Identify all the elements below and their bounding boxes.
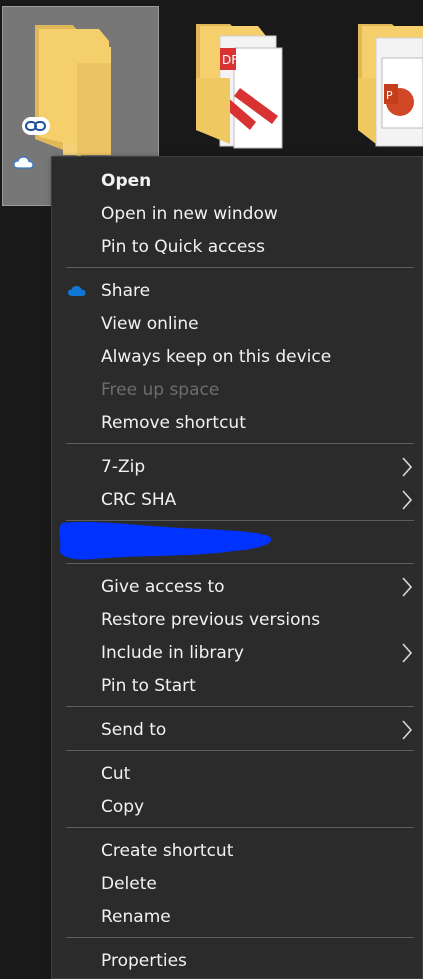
menu-item-restore-versions[interactable]: Restore previous versions (52, 603, 422, 636)
chevron-right-icon (402, 642, 413, 663)
svg-text:DF: DF (222, 53, 238, 67)
powerpoint-folder-icon: P (358, 24, 423, 147)
menu-item-free-up-space: Free up space (52, 373, 422, 406)
menu-item-label: Properties (101, 950, 187, 971)
menu-item-label: Pin to Start (101, 675, 196, 696)
menu-item-give-access[interactable]: Give access to (52, 570, 422, 603)
chevron-right-icon (402, 719, 413, 740)
menu-item-pin-quick-access[interactable]: Pin to Quick access (52, 230, 422, 263)
separator (66, 563, 414, 564)
menu-item-label: Always keep on this device (101, 346, 332, 367)
chevron-right-icon (402, 489, 413, 510)
context-menu: Open Open in new window Pin to Quick acc… (51, 156, 423, 979)
menu-item-share[interactable]: Share (52, 274, 422, 307)
separator (66, 267, 414, 268)
separator (66, 750, 414, 751)
menu-item-crc-sha[interactable]: CRC SHA (52, 483, 422, 516)
menu-item-open-new-window[interactable]: Open in new window (52, 197, 422, 230)
menu-item-create-shortcut[interactable]: Create shortcut (52, 834, 422, 867)
menu-item-label: Share (101, 280, 151, 301)
menu-item-open[interactable]: Open (52, 164, 422, 197)
menu-item-rename[interactable]: Rename (52, 900, 422, 933)
link-icon (22, 117, 50, 135)
separator (66, 937, 414, 938)
menu-item-label: Open in new window (101, 203, 278, 224)
chevron-right-icon (402, 456, 413, 477)
svg-text:P: P (386, 89, 393, 102)
menu-item-label: Free up space (101, 379, 220, 400)
redaction-scribble (59, 521, 272, 560)
menu-item-label: Restore previous versions (101, 609, 321, 630)
menu-item-label: Delete (101, 873, 157, 894)
menu-item-always-keep[interactable]: Always keep on this device (52, 340, 422, 373)
menu-item-view-online[interactable]: View online (52, 307, 422, 340)
menu-item-remove-shortcut[interactable]: Remove shortcut (52, 406, 422, 439)
separator (66, 443, 414, 444)
menu-item-label: View online (101, 313, 199, 334)
cloud-icon (13, 156, 34, 169)
folder-tile-powerpoint[interactable]: P (352, 18, 423, 158)
separator (66, 827, 414, 828)
menu-item-label: Create shortcut (101, 840, 234, 861)
menu-item-copy[interactable]: Copy (52, 790, 422, 823)
menu-item-cut[interactable]: Cut (52, 757, 422, 790)
menu-item-label: Remove shortcut (101, 412, 246, 433)
menu-item-properties[interactable]: Properties (52, 944, 422, 977)
menu-item-pin-start[interactable]: Pin to Start (52, 669, 422, 702)
menu-item-label: Rename (101, 906, 171, 927)
menu-item-7zip[interactable]: 7-Zip (52, 450, 422, 483)
menu-item-label: Pin to Quick access (101, 236, 266, 257)
menu-item-label: Open (101, 170, 152, 191)
menu-item-send-to[interactable]: Send to (52, 713, 422, 746)
menu-item-label: Copy (101, 796, 145, 817)
menu-item-label: Send to (101, 719, 167, 740)
onedrive-cloud-icon (68, 285, 86, 296)
menu-item-label: CRC SHA (101, 489, 177, 510)
menu-item-label: Cut (101, 763, 131, 784)
pdf-folder-icon: DF (196, 24, 283, 149)
chevron-right-icon (402, 576, 413, 597)
menu-item-label: 7-Zip (101, 456, 146, 477)
separator (66, 706, 414, 707)
menu-item-delete[interactable]: Delete (52, 867, 422, 900)
menu-item-include-library[interactable]: Include in library (52, 636, 422, 669)
menu-item-label: Include in library (101, 642, 244, 663)
folder-tile-pdf[interactable]: DF (190, 18, 300, 158)
menu-item-label: Give access to (101, 576, 225, 597)
